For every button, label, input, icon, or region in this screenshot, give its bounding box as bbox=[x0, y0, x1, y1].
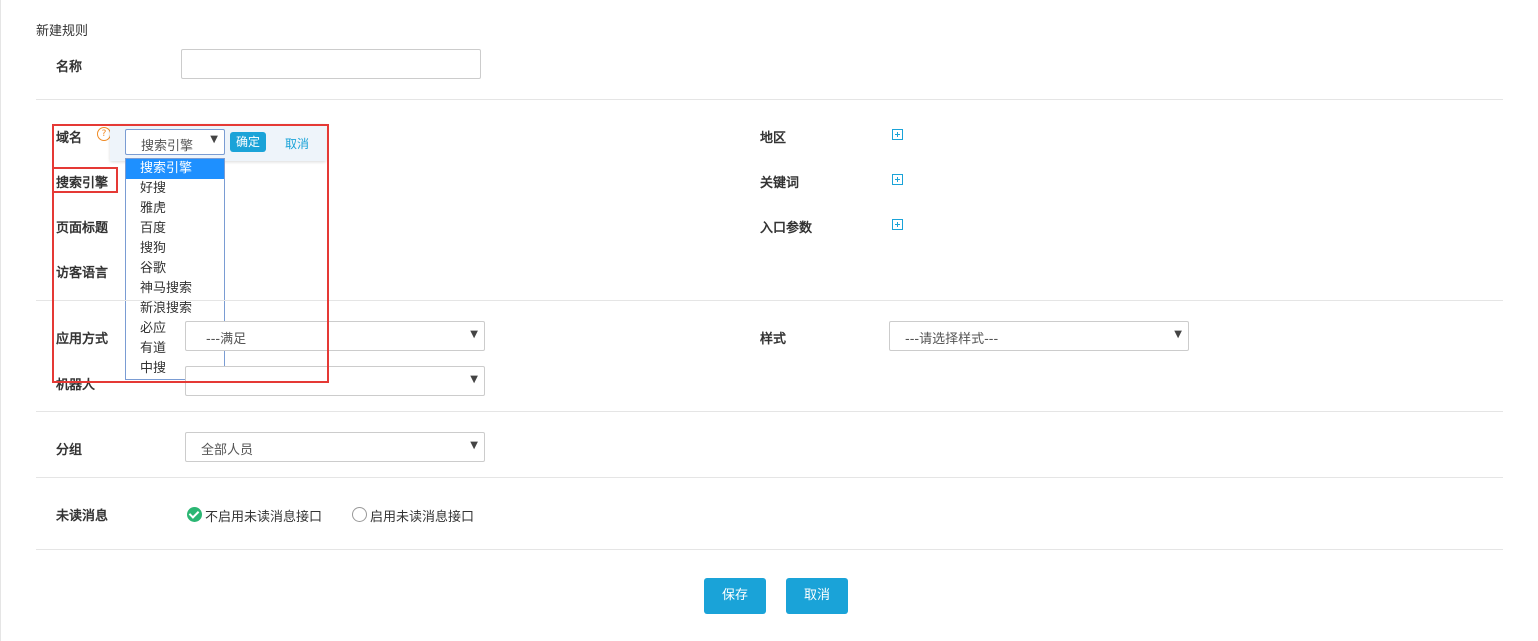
highlight-box-search-engine bbox=[52, 167, 118, 193]
plus-square-icon[interactable] bbox=[892, 129, 903, 140]
style-label: 样式 bbox=[760, 332, 787, 347]
region-label: 地区 bbox=[760, 131, 787, 146]
page-title: 新建规则 bbox=[36, 24, 89, 39]
chevron-down-icon: ▼ bbox=[470, 329, 478, 340]
highlight-box-domain-dropdown bbox=[52, 124, 329, 383]
name-label: 名称 bbox=[56, 60, 83, 75]
divider-5 bbox=[36, 549, 1503, 550]
cancel-button[interactable]: 取消 bbox=[786, 578, 848, 614]
group-value: 全部人员 bbox=[201, 443, 254, 458]
chevron-down-icon: ▼ bbox=[470, 374, 478, 385]
save-button[interactable]: 保存 bbox=[704, 578, 766, 614]
keyword-label: 关键词 bbox=[760, 176, 800, 191]
unread-option-off-label[interactable]: 不启用未读消息接口 bbox=[205, 506, 322, 525]
chevron-down-icon: ▼ bbox=[470, 440, 478, 451]
divider-1 bbox=[36, 99, 1503, 100]
divider-3 bbox=[36, 411, 1503, 412]
style-value: ---请选择样式--- bbox=[905, 332, 999, 347]
radio-checked-icon[interactable] bbox=[187, 507, 202, 522]
plus-square-icon[interactable] bbox=[892, 219, 903, 230]
radio-unchecked-icon[interactable] bbox=[352, 507, 367, 522]
divider-4 bbox=[36, 477, 1503, 478]
unread-option-on-label[interactable]: 启用未读消息接口 bbox=[370, 506, 474, 525]
entry-params-label: 入口参数 bbox=[760, 221, 813, 236]
chevron-down-icon: ▼ bbox=[1174, 329, 1182, 340]
unread-label: 未读消息 bbox=[56, 509, 109, 524]
group-label: 分组 bbox=[56, 443, 83, 458]
name-input[interactable] bbox=[181, 49, 481, 79]
style-select[interactable]: ---请选择样式--- ▼ bbox=[889, 321, 1189, 351]
plus-square-icon[interactable] bbox=[892, 174, 903, 185]
left-border bbox=[0, 0, 1, 641]
group-select[interactable]: 全部人员 ▼ bbox=[185, 432, 485, 462]
